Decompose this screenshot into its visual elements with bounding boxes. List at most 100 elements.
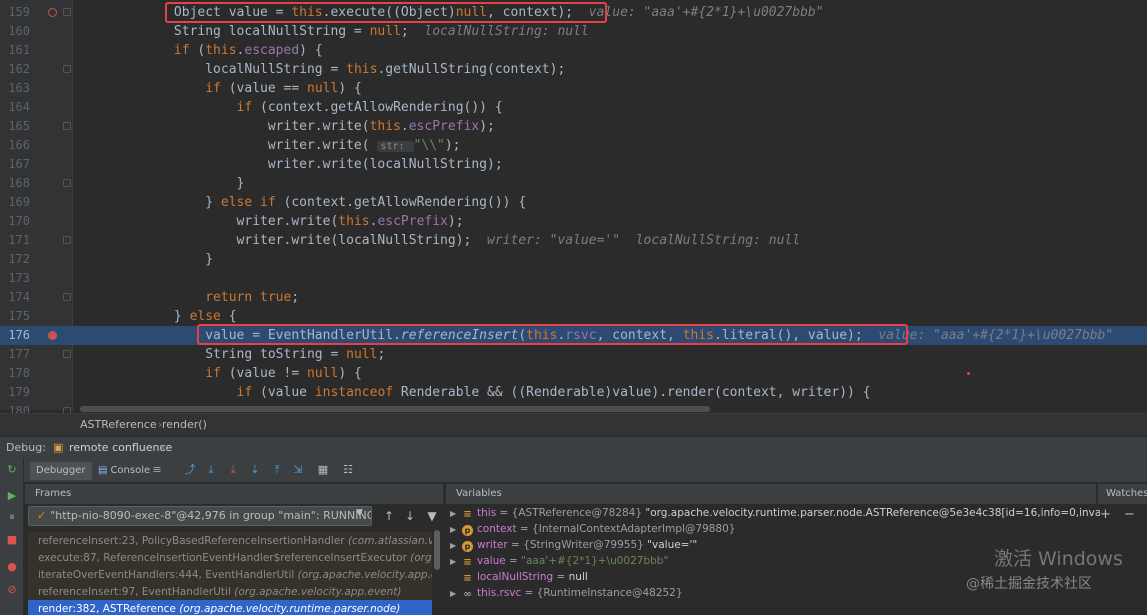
variable-row[interactable]: ▶ ≡ this = {ASTReference@78284} "org.apach… <box>450 505 1100 521</box>
code-line[interactable]: 164 if (context.getAllowRendering()) { <box>0 98 1147 117</box>
debug-session-tab[interactable]: remote confluence <box>69 437 172 459</box>
stop-icon[interactable]: ■ <box>6 534 18 546</box>
highlight-box-reference-insert <box>197 324 908 345</box>
code-line[interactable]: 171 writer.write(localNullString); write… <box>0 231 1147 250</box>
line-number[interactable]: 166 <box>0 136 30 155</box>
code-text: } <box>80 250 213 269</box>
line-number[interactable]: 170 <box>0 212 30 231</box>
line-number[interactable]: 161 <box>0 41 30 60</box>
code-line[interactable]: 163 if (value == null) { <box>0 79 1147 98</box>
line-number[interactable]: 179 <box>0 383 30 402</box>
code-line[interactable]: 170 writer.write(this.escPrefix); <box>0 212 1147 231</box>
close-icon[interactable]: × <box>158 437 167 459</box>
line-number[interactable]: 168 <box>0 174 30 193</box>
line-number[interactable]: 164 <box>0 98 30 117</box>
chevron-down-icon[interactable]: ▼ <box>356 508 363 518</box>
code-token: (context.getAllowRendering()) { <box>283 195 527 210</box>
fold-marker-icon[interactable] <box>63 8 71 16</box>
show-execution-point-icon[interactable]: ⤴ <box>183 463 197 477</box>
stack-frame[interactable]: render:382, ASTReference (org.apache.vel… <box>28 600 432 615</box>
expand-arrow-icon[interactable]: ▶ <box>450 506 462 521</box>
add-watch-button[interactable]: + <box>1100 507 1111 522</box>
code-line[interactable]: 161 if (this.escaped) { <box>0 41 1147 60</box>
code-token: null <box>307 366 339 381</box>
frames-scrollbar[interactable] <box>434 530 440 570</box>
expand-arrow-icon[interactable]: ▶ <box>450 554 462 569</box>
resume-icon[interactable]: ▶ <box>6 490 18 502</box>
evaluate-expression-icon[interactable]: ▦ <box>316 463 330 477</box>
code-line[interactable]: 166 writer.write( str: "\\"); <box>0 136 1147 155</box>
step-over-icon[interactable]: ⤓ <box>204 463 218 477</box>
line-number[interactable]: 173 <box>0 269 30 288</box>
line-number[interactable]: 172 <box>0 250 30 269</box>
fold-marker-icon[interactable] <box>63 350 71 358</box>
line-number[interactable]: 177 <box>0 345 30 364</box>
line-number[interactable]: 169 <box>0 193 30 212</box>
code-line[interactable]: 162 localNullString = this.getNullString… <box>0 60 1147 79</box>
remove-watch-button[interactable]: − <box>1124 507 1135 522</box>
line-number[interactable]: 163 <box>0 79 30 98</box>
line-number[interactable]: 165 <box>0 117 30 136</box>
breakpoint-icon[interactable] <box>48 8 57 17</box>
line-number[interactable]: 159 <box>0 3 30 22</box>
code-line[interactable]: 177 String toString = null; <box>0 345 1147 364</box>
panel-divider[interactable] <box>444 484 445 615</box>
line-number[interactable]: 162 <box>0 60 30 79</box>
view-breakpoints-icon[interactable]: ● <box>6 561 18 573</box>
step-into-icon[interactable]: ⤓ <box>226 463 240 477</box>
run-to-cursor-icon[interactable]: ⇲ <box>291 463 305 477</box>
code-line[interactable]: 179 if (value instanceof Renderable && (… <box>0 383 1147 402</box>
mute-breakpoints-icon[interactable]: ⊘ <box>6 584 18 596</box>
pause-icon[interactable]: ⏸ <box>6 511 18 523</box>
code-line[interactable]: 174 return true; <box>0 288 1147 307</box>
code-line[interactable]: 173 <box>0 269 1147 288</box>
variable-row[interactable]: ▶ p context = {InternalContextAdapterImpl@… <box>450 521 1100 537</box>
line-number[interactable]: 167 <box>0 155 30 174</box>
line-number[interactable]: 174 <box>0 288 30 307</box>
editor-horizontal-scrollbar[interactable] <box>80 406 710 412</box>
line-number[interactable]: 160 <box>0 22 30 41</box>
rerun-icon[interactable]: ↻ <box>6 464 18 476</box>
field-icon: ≡ <box>463 557 472 568</box>
code-token: escPrefix <box>377 214 448 229</box>
tab-console[interactable]: ▤ Console <box>98 462 150 480</box>
fold-marker-icon[interactable] <box>63 236 71 244</box>
code-line[interactable]: 168 } <box>0 174 1147 193</box>
frame-up-icon[interactable]: ↑ <box>381 508 397 524</box>
force-step-into-icon[interactable]: ⇣ <box>248 463 262 477</box>
code-token: . <box>400 119 409 134</box>
code-editor[interactable]: 159 Object value = this.execute((Object)… <box>0 0 1147 418</box>
expand-arrow-icon[interactable]: ▶ <box>450 586 462 601</box>
code-line[interactable]: 169 } else if (context.getAllowRendering… <box>0 193 1147 212</box>
breakpoint-hit-icon[interactable] <box>48 331 57 340</box>
code-token: writer.write( <box>267 119 370 134</box>
fold-marker-icon[interactable] <box>63 65 71 73</box>
line-number[interactable]: 178 <box>0 364 30 383</box>
expand-arrow-icon[interactable]: ▶ <box>450 522 462 537</box>
code-line[interactable]: 165 writer.write(this.escPrefix); <box>0 117 1147 136</box>
variable-type: = {InternalContextAdapterImpl@79880} <box>516 523 736 535</box>
line-number[interactable]: 171 <box>0 231 30 250</box>
fold-marker-icon[interactable] <box>63 293 71 301</box>
code-line[interactable]: 172 } <box>0 250 1147 269</box>
breadcrumb-method[interactable]: render() <box>162 414 207 436</box>
filter-icon[interactable]: ▼ <box>424 508 440 524</box>
fold-marker-icon[interactable] <box>63 122 71 130</box>
tab-debugger[interactable]: Debugger <box>30 462 92 480</box>
line-number[interactable]: 175 <box>0 307 30 326</box>
layout-icon[interactable]: ≡ <box>150 463 164 477</box>
thread-selector[interactable]: ✓ "http-nio-8090-exec-8"@42,976 in group … <box>28 506 372 526</box>
expand-arrow-icon[interactable]: ▶ <box>450 538 462 553</box>
step-out-icon[interactable]: ⤒ <box>270 463 284 477</box>
trace-icon[interactable]: ☷ <box>341 463 355 477</box>
code-line[interactable]: 178 if (value != null) { <box>0 364 1147 383</box>
breadcrumb-class[interactable]: ASTReference <box>80 414 157 436</box>
frame-down-icon[interactable]: ↓ <box>402 508 418 524</box>
thread-label: "http-nio-8090-exec-8"@42,976 in group "… <box>50 509 372 522</box>
fold-marker-icon[interactable] <box>63 179 71 187</box>
code-line[interactable]: 160 String localNullString = null; local… <box>0 22 1147 41</box>
line-number[interactable]: 176 <box>0 326 30 345</box>
code-line[interactable]: 167 writer.write(localNullString); <box>0 155 1147 174</box>
